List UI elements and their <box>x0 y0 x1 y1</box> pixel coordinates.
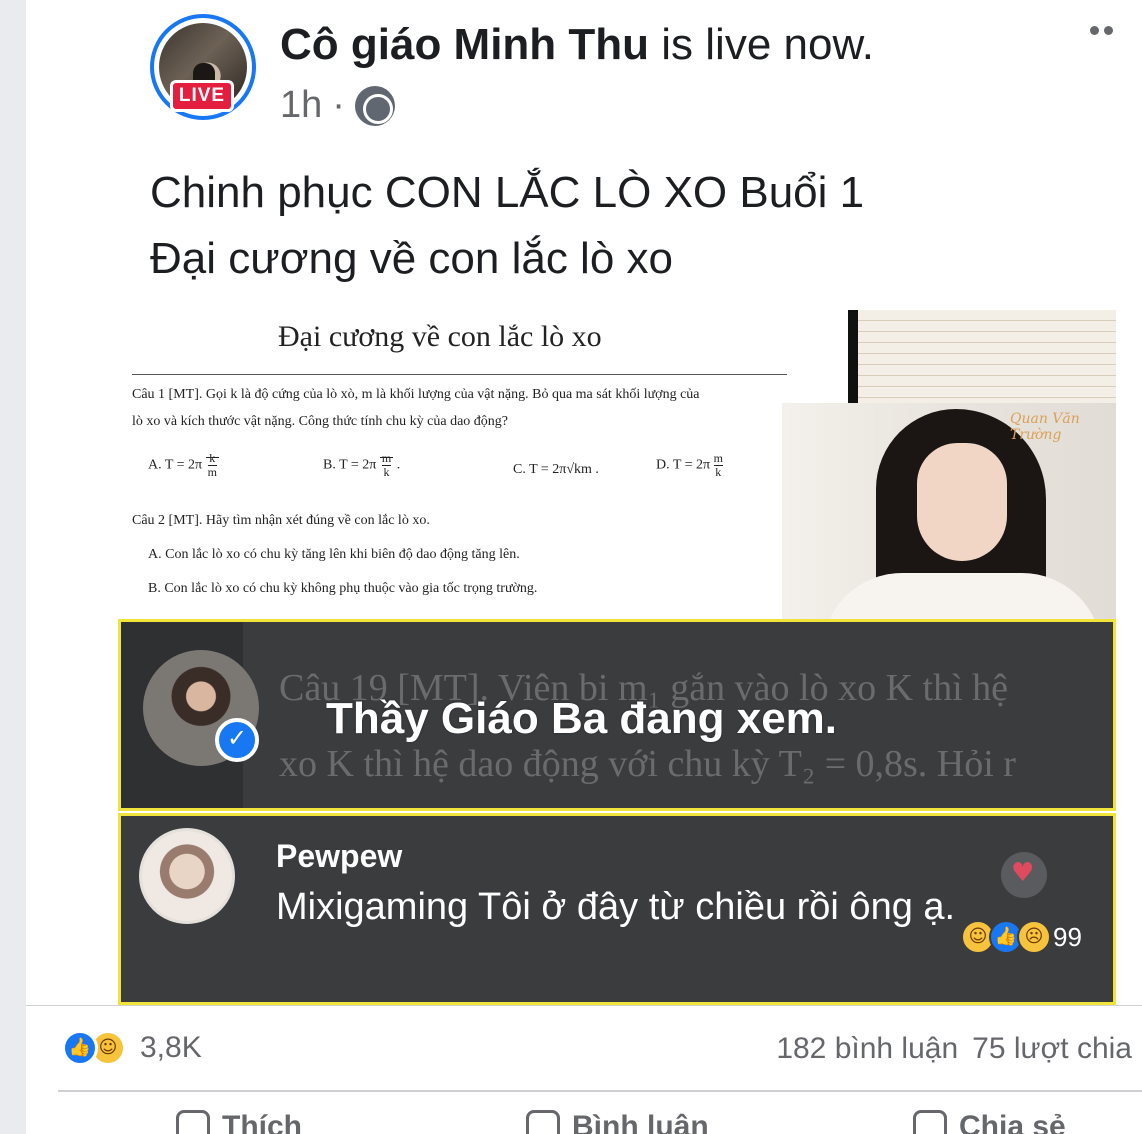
globe-icon <box>354 85 395 126</box>
viewer-notification: ✓ Câu 19 [MT]. Viên bi m₁ gắn vào lò xo … <box>118 619 1116 811</box>
worksheet-title: Đại cương về con lắc lò xo <box>278 320 602 353</box>
whiteboard-edge <box>848 310 858 405</box>
option-b: B. T = 2π mk . <box>323 451 401 479</box>
share-label: Chia sẻ <box>959 1110 1066 1134</box>
background-question-line-2: xo K thì hệ dao động với chu kỳ T₂ = 0,8… <box>279 743 1016 785</box>
post-stats: 182 bình luận 75 lượt chia <box>776 1032 1132 1066</box>
comment-reactions: ☺ 👍 ☹ 99 <box>961 920 1082 954</box>
live-video[interactable]: Đại cương về con lắc lò xo Câu 1 [MT]. G… <box>118 310 1116 1005</box>
verified-check-icon: ✓ <box>215 718 259 762</box>
live-comment: Pewpew Mixigaming Tôi ở đây từ chiều rồi… <box>118 813 1116 1005</box>
option-d-label: D. T = 2π <box>656 457 711 473</box>
worksheet: Đại cương về con lắc lò xo Câu 1 [MT]. G… <box>118 310 798 620</box>
viewer-watching-text: Thầy Giáo Ba đang xem. <box>326 694 838 743</box>
option-d: D. T = 2π mk <box>656 451 723 479</box>
post-header-title: Cô giáo Minh Thu is live now. <box>280 20 874 70</box>
comment-button[interactable]: Bình luận <box>526 1110 709 1134</box>
question-2-option-b: B. Con lắc lò xo có chu kỳ không phụ thu… <box>148 581 538 596</box>
sad-icon: ☹ <box>1017 920 1051 954</box>
watermark: Quan Văn Trường <box>1010 411 1080 443</box>
footer-divider <box>26 1005 1142 1006</box>
share-count[interactable]: 75 lượt chia <box>972 1032 1132 1065</box>
presenter-face <box>917 443 1007 561</box>
meta-separator: · <box>332 84 345 126</box>
option-b-label: B. T = 2π <box>323 457 377 473</box>
reaction-count: 3,8K <box>140 1031 202 1064</box>
post-meta: 1h · <box>280 84 395 127</box>
post-reactions[interactable]: 👍 ☺ 3,8K <box>62 1030 202 1066</box>
question-1-line-2: lò xo và kích thước vật nặng. Công thức … <box>132 414 508 429</box>
post-text-line-1: Chinh phục CON LẮC LÒ XO Buổi 1 <box>150 168 865 217</box>
like-button[interactable]: Thích <box>176 1110 302 1134</box>
commenter-avatar <box>139 828 235 924</box>
like-reaction-icon: 👍 <box>62 1030 98 1066</box>
whiteboard <box>848 310 1116 405</box>
commenter-name: Pewpew <box>276 838 403 874</box>
live-status-text: is live now. <box>649 20 875 69</box>
webcam-feed: Quan Văn Trường <box>782 403 1116 621</box>
more-options-icon[interactable] <box>1090 26 1113 35</box>
question-2-option-a: A. Con lắc lò xo có chu kỳ tăng lên khi … <box>148 547 520 562</box>
share-button[interactable]: Chia sẻ <box>913 1110 1066 1134</box>
post-actions: Thích Bình luận Chia sẻ <box>58 1110 1142 1134</box>
comment-label: Bình luận <box>572 1110 709 1134</box>
actions-divider <box>58 1090 1142 1092</box>
share-icon <box>913 1110 947 1134</box>
comment-count[interactable]: 182 bình luận <box>776 1032 958 1065</box>
author-name[interactable]: Cô giáo Minh Thu <box>280 20 649 69</box>
thumbs-up-icon <box>176 1110 210 1134</box>
comment-reaction-count: 99 <box>1053 921 1082 952</box>
heart-reaction-icon[interactable] <box>1001 852 1047 898</box>
presenter-shirt <box>822 573 1102 621</box>
question-2: Câu 2 [MT]. Hãy tìm nhận xét đúng về con… <box>132 513 430 528</box>
question-1-line-1: Câu 1 [MT]. Gọi k là độ cứng của lò xò, … <box>132 387 700 402</box>
option-c: C. T = 2π√km . <box>513 462 599 477</box>
option-a: A. T = 2π km <box>148 451 219 479</box>
like-label: Thích <box>222 1110 302 1134</box>
live-badge: LIVE <box>170 80 234 112</box>
post-text-line-2: Đại cương về con lắc lò xo <box>150 234 673 283</box>
post-time[interactable]: 1h <box>280 84 322 127</box>
comment-text: Mixigaming Tôi ở đây từ chiều rồi ông ạ. <box>276 886 956 928</box>
worksheet-divider <box>132 374 787 375</box>
post-text: Chinh phục CON LẮC LÒ XO Buổi 1 Đại cươn… <box>150 160 864 292</box>
option-a-label: A. T = 2π <box>148 457 203 473</box>
comment-icon <box>526 1110 560 1134</box>
